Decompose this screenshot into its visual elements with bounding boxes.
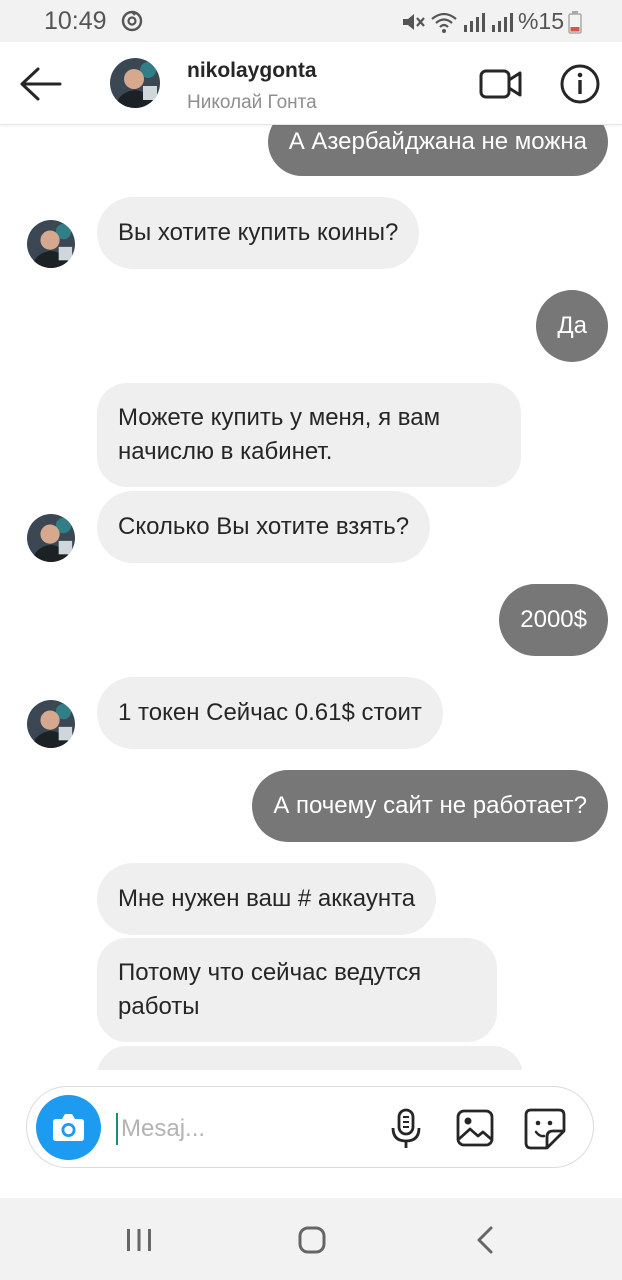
avatar[interactable] [27,514,75,562]
avatar[interactable] [27,700,75,748]
sticker-button[interactable] [523,1107,567,1151]
info-icon [560,64,600,104]
recent-apps-button[interactable] [119,1220,159,1260]
message-outgoing[interactable]: 2000$ [499,584,608,656]
home-button[interactable] [292,1220,332,1260]
header-username[interactable]: nikolaygonta [187,59,317,83]
message-outgoing[interactable]: А почему сайт не работает? [252,770,608,842]
message-outgoing[interactable]: Да [536,290,608,362]
video-call-button[interactable] [478,64,524,104]
status-bar: 10:49 %15 [0,0,622,42]
camera-icon [53,1114,84,1141]
message-composer [26,1086,594,1168]
text-caret [116,1113,118,1145]
message-outgoing[interactable]: А Азербайджана не можна [267,124,608,176]
back-arrow-icon [20,67,62,101]
battery-icon [568,10,582,34]
message-incoming[interactable]: Сколько Вы хотите взять? [97,491,431,563]
navigation-bar [0,1198,622,1280]
message-list[interactable]: А Азербайджана не можна Вы хотите купить… [0,124,622,1070]
message-input[interactable] [119,1107,373,1151]
avatar[interactable] [110,58,160,108]
home-icon [298,1226,326,1254]
battery-level: %15 [517,8,564,34]
system-back-button[interactable] [466,1220,506,1260]
message-incoming[interactable]: 1 токен Сейчас 0.61$ стоит [97,677,443,749]
message-incoming[interactable]: Вы хотите купить коины? [97,197,420,269]
gallery-button[interactable] [455,1108,495,1148]
avatar[interactable] [27,220,75,268]
status-time: 10:49 [44,7,107,35]
signal-icon [490,10,514,34]
message-incoming[interactable]: Потому что сейчас ведутся работы [97,938,497,1042]
gallery-icon [456,1109,494,1147]
message-incoming-partial[interactable] [97,1046,523,1070]
mute-icon [400,10,426,34]
back-button[interactable] [16,60,64,108]
message-incoming[interactable]: Мне нужен ваш # аккаунта [97,863,437,935]
sticker-icon [524,1108,566,1150]
header-display-name: Николай Гонта [187,92,317,113]
wifi-icon [430,10,458,34]
message-incoming[interactable]: Можете купить у меня, я вам начислю в ка… [97,383,521,487]
video-camera-icon [479,69,522,99]
chat-header: nikolaygonta Николай Гонта [0,42,622,125]
camera-button[interactable] [36,1095,101,1160]
sync-icon [120,9,144,33]
voice-message-button[interactable] [387,1107,425,1151]
signal-icon [462,10,486,34]
info-button[interactable] [558,62,602,106]
microphone-icon [391,1108,421,1148]
back-icon [477,1226,493,1254]
recent-apps-icon [127,1229,151,1251]
